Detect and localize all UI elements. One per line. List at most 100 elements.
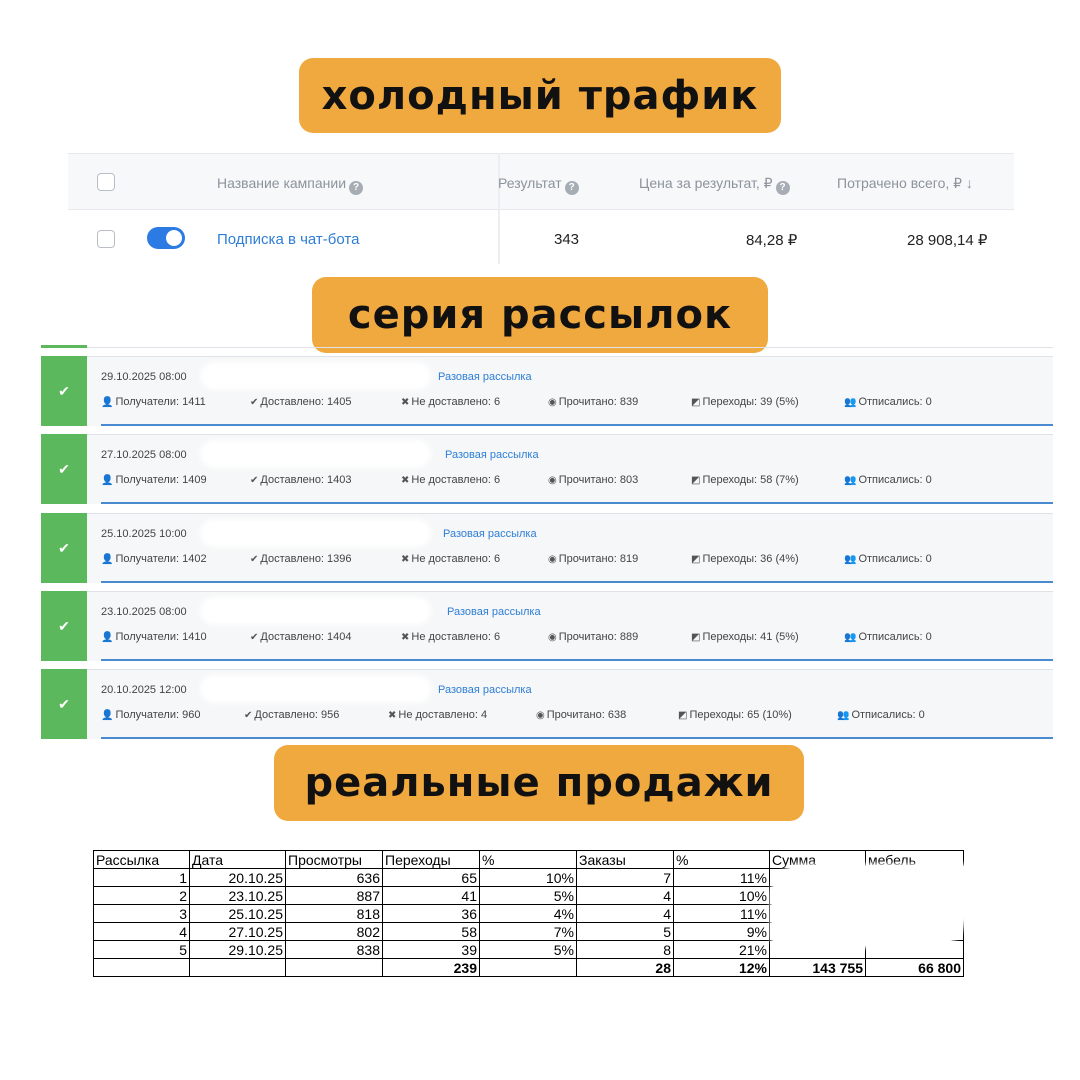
eye-icon: ◉	[548, 475, 557, 486]
check-icon: ✔	[250, 632, 259, 643]
spent-total-value: 28 908,14 ₽	[907, 232, 988, 249]
sheet-cell: 65	[382, 868, 480, 887]
sheet-cell: 10%	[673, 886, 770, 905]
external-link-icon: ◩	[691, 632, 701, 643]
help-icon[interactable]: ?	[564, 181, 579, 195]
mailing-type-link[interactable]: Разовая рассылка	[443, 528, 537, 540]
cross-icon: ✖	[388, 710, 397, 721]
status-stripe	[41, 345, 87, 348]
cost-per-result-value: 84,28 ₽	[746, 232, 798, 249]
unsubscribed-stat: Отписались: 0	[858, 396, 932, 408]
header-campaign-name[interactable]: Название кампании?	[217, 175, 364, 195]
sheet-cell: 3	[93, 904, 190, 923]
sheet-total-cell: 143 755	[769, 958, 866, 977]
redacted-title	[203, 365, 428, 387]
sheet-cell: 41	[382, 886, 480, 905]
sheet-cell: 27.10.25	[189, 922, 286, 941]
user-remove-icon: 👥	[844, 475, 857, 486]
check-icon: ✔	[41, 434, 87, 504]
check-icon: ✔	[250, 475, 259, 486]
divider	[101, 659, 1053, 661]
recipients-stat: Получатели: 1410	[115, 631, 207, 643]
sheet-cell: 5	[93, 940, 190, 959]
sheet-header-cell: %	[673, 850, 770, 869]
header-result[interactable]: Результат?	[498, 175, 579, 195]
campaign-name-link[interactable]: Подписка в чат-бота	[217, 231, 359, 248]
sheet-cell: 9%	[673, 922, 770, 941]
sheet-cell: 39	[382, 940, 480, 959]
cross-icon: ✖	[401, 632, 410, 643]
help-icon[interactable]: ?	[775, 181, 790, 195]
mailing-row[interactable]: ✔ 25.10.2025 10:00 Разовая рассылка 👤 Пол…	[41, 513, 1053, 583]
redacted-title	[203, 678, 428, 700]
user-remove-icon: 👥	[844, 554, 857, 565]
redacted-title	[203, 443, 428, 465]
sheet-cell: 4	[93, 922, 190, 941]
sheet-cell: 58	[382, 922, 480, 941]
sheet-cell: 818	[285, 904, 383, 923]
cross-icon: ✖	[401, 554, 410, 565]
mailing-date: 25.10.2025 10:00	[101, 528, 187, 540]
mailing-row[interactable]: ✔ 29.10.2025 08:00 Разовая рассылка 👤 Пол…	[41, 356, 1053, 426]
check-icon: ✔	[41, 513, 87, 583]
clicks-stat: Переходы: 36 (4%)	[702, 553, 799, 565]
sheet-cell: 20.10.25	[189, 868, 286, 887]
sheet-cell: 23.10.25	[189, 886, 286, 905]
clicks-stat: Переходы: 41 (5%)	[702, 631, 799, 643]
sheet-cell: 5%	[479, 886, 577, 905]
sheet-cell: 10%	[479, 868, 577, 887]
sheet-cell: 802	[285, 922, 383, 941]
sheet-total-cell: 239	[382, 958, 480, 977]
sheet-cell: 887	[285, 886, 383, 905]
user-icon: 👤	[101, 710, 114, 721]
mailing-row[interactable]: ✔ 20.10.2025 12:00 Разовая рассылка 👤 Пол…	[41, 669, 1053, 739]
divider	[87, 434, 1053, 435]
sheet-cell: 4	[576, 886, 674, 905]
row-checkbox[interactable]	[97, 230, 115, 248]
mailing-type-link[interactable]: Разовая рассылка	[438, 371, 532, 383]
header-spent-total[interactable]: Потрачено всего, ₽ ↓	[837, 175, 973, 192]
external-link-icon: ◩	[691, 554, 701, 565]
select-all-checkbox[interactable]	[97, 173, 115, 191]
sheet-cell: 7%	[479, 922, 577, 941]
sheet-header-cell: %	[479, 850, 577, 869]
delivered-stat: Доставлено: 1403	[260, 474, 352, 486]
mailing-row[interactable]: ✔ 23.10.2025 08:00 Разовая рассылка 👤 Пол…	[41, 591, 1053, 661]
user-remove-icon: 👥	[844, 397, 857, 408]
recipients-stat: Получатели: 960	[115, 709, 201, 721]
delivered-stat: Доставлено: 1405	[260, 396, 352, 408]
cross-icon: ✖	[401, 397, 410, 408]
sheet-total-cell	[93, 958, 190, 977]
check-icon: ✔	[244, 710, 253, 721]
mailing-row[interactable]: ✔ 27.10.2025 08:00 Разовая рассылка 👤 Пол…	[41, 434, 1053, 504]
check-icon: ✔	[41, 591, 87, 661]
sheet-cell: 838	[285, 940, 383, 959]
sheet-total-cell	[285, 958, 383, 977]
read-stat: Прочитано: 638	[546, 709, 627, 721]
mailing-date: 20.10.2025 12:00	[101, 684, 187, 696]
redacted-title	[203, 600, 428, 622]
sheet-cell: 636	[285, 868, 383, 887]
eye-icon: ◉	[536, 710, 545, 721]
header-cost-per-result[interactable]: Цена за результат, ₽?	[639, 175, 790, 195]
unsubscribed-stat: Отписались: 0	[851, 709, 925, 721]
clicks-stat: Переходы: 39 (5%)	[702, 396, 799, 408]
recipients-stat: Получатели: 1402	[115, 553, 207, 565]
sheet-totals-row: 239 28 12% 143 755 66 800	[93, 958, 964, 977]
sheet-cell: 2	[93, 886, 190, 905]
sheet-total-cell: 66 800	[865, 958, 964, 977]
user-remove-icon: 👥	[844, 632, 857, 643]
heading-cold-traffic: холодный трафик	[299, 58, 781, 133]
campaign-active-toggle[interactable]	[147, 227, 185, 249]
mailing-type-link[interactable]: Разовая рассылка	[447, 606, 541, 618]
mailing-type-link[interactable]: Разовая рассылка	[445, 449, 539, 461]
clicks-stat: Переходы: 58 (7%)	[702, 474, 799, 486]
sheet-cell: 8	[576, 940, 674, 959]
mailing-type-link[interactable]: Разовая рассылка	[438, 684, 532, 696]
user-icon: 👤	[101, 554, 114, 565]
external-link-icon: ◩	[691, 475, 701, 486]
divider	[87, 356, 1053, 357]
ads-campaign-table: Название кампании? Результат? Цена за ре…	[68, 153, 1014, 264]
help-icon[interactable]: ?	[349, 181, 364, 195]
not-delivered-stat: Не доставлено: 6	[411, 474, 501, 486]
